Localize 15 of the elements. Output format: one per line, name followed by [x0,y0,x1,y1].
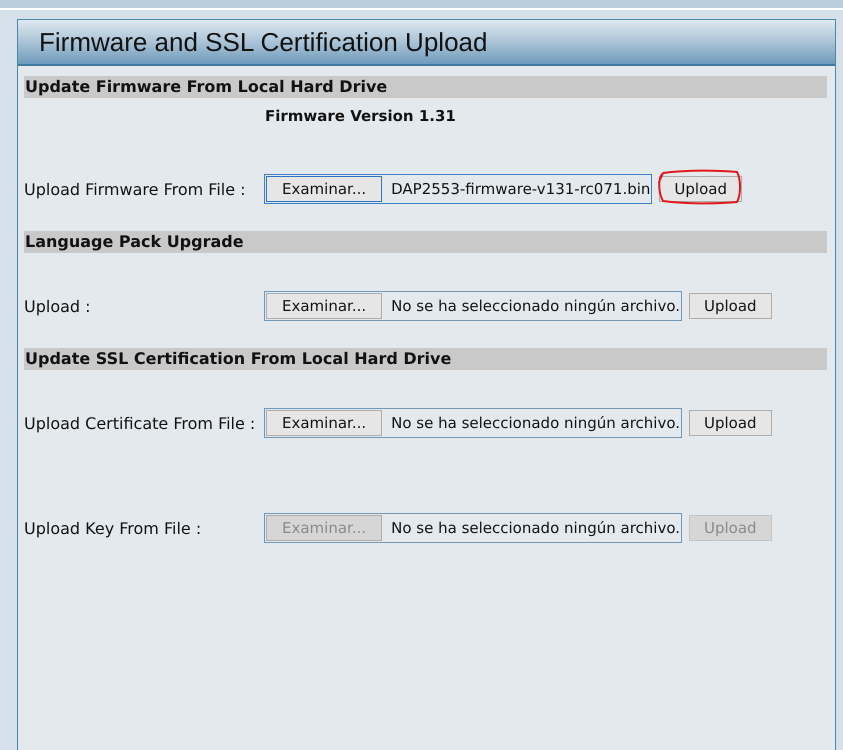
firmware-version: Firmware Version 1.31 [265,107,456,125]
file-input[interactable]: Examinar... No se ha seleccionado ningún archivo. [264,291,682,321]
field-label: Upload Certificate From File : [24,414,256,432]
upload-button[interactable]: Upload [689,410,772,436]
field-label: Upload : [24,296,92,316]
field-label: Upload Key From File : [24,518,202,538]
file-input[interactable]: Examinar... No se ha seleccionado ningún archivo. [264,408,682,438]
section-header: Update Firmware From Local Hard Drive [24,76,827,98]
file-input[interactable]: Examinar... DAP2553-firmware-v131-rc071.bin [264,174,652,204]
section-header: Language Pack Upgrade [24,231,827,253]
field-label: Upload Firmware From File : [24,180,247,198]
upload-button[interactable]: Upload [659,176,742,202]
page-title: Firmware and SSL Certification Upload [39,26,488,58]
upload-button[interactable]: Upload [689,293,772,319]
section-header: Update SSL Certification From Local Hard Drive [24,348,827,370]
